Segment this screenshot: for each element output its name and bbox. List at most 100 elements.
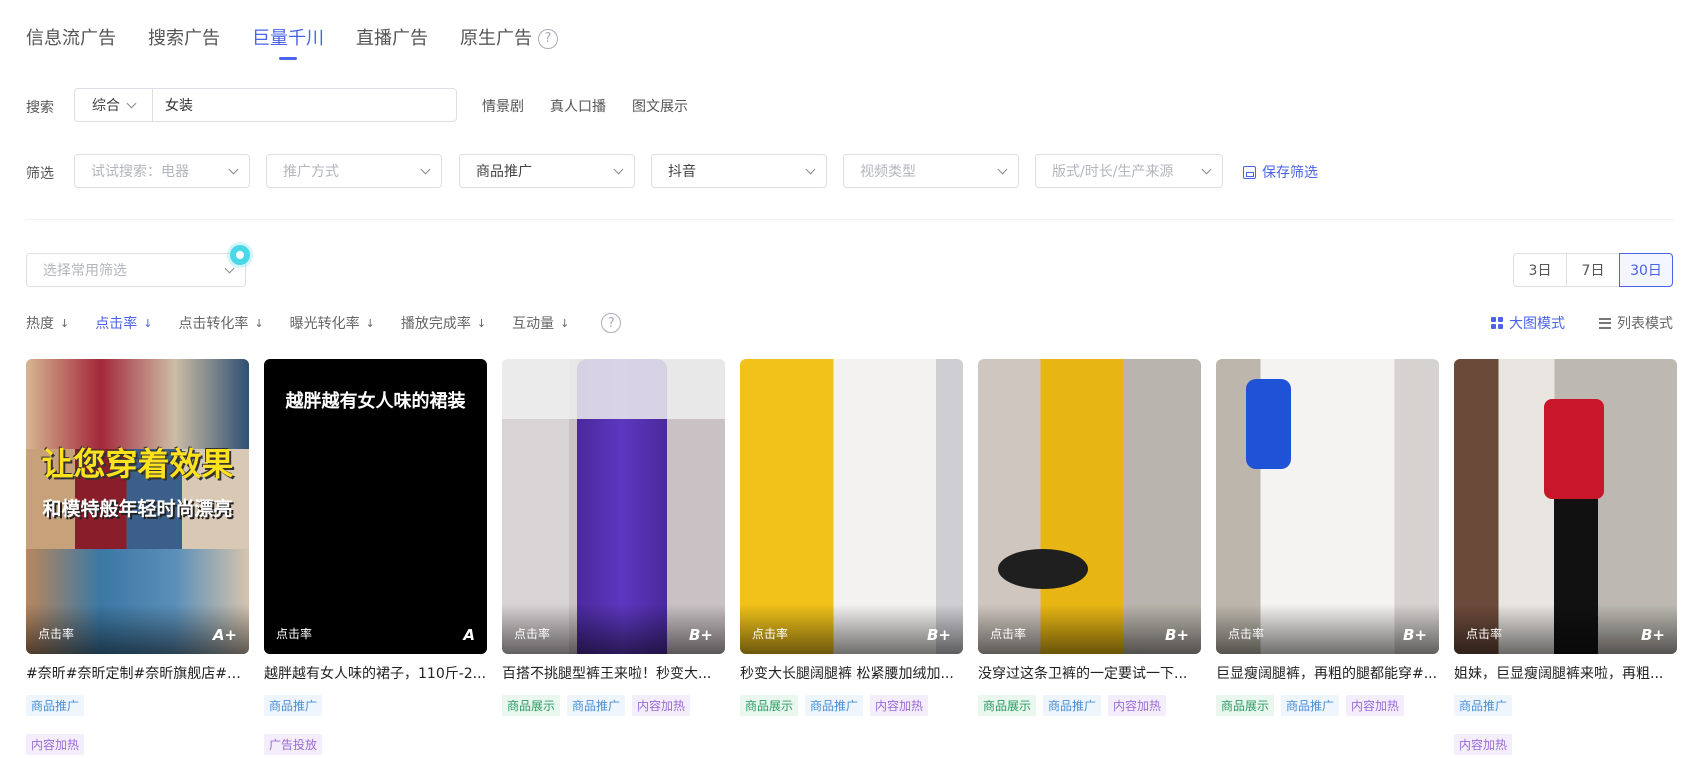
- metric-label: 点击率: [1466, 627, 1503, 641]
- video-card[interactable]: 越胖越有女人味的裙装 点击率 A 越胖越有女人味的裙子，110斤-2... 商品…: [264, 359, 487, 755]
- card-title[interactable]: #奈昕#奈昕定制#奈昕旗舰店#真...: [26, 663, 249, 683]
- promotion-target-select[interactable]: 商品推广: [459, 154, 635, 188]
- list-mode-label: 列表模式: [1617, 316, 1673, 332]
- common-filter-placeholder: 选择常用筛选: [43, 263, 127, 279]
- chevron-down-icon: [805, 164, 816, 174]
- grade-badge: B+: [926, 626, 951, 644]
- card-tags: 商品推广 广告投放: [264, 695, 487, 755]
- video-thumbnail[interactable]: 让您穿着效果 和模特般年轻时尚漂亮 点击率 A+: [26, 359, 249, 654]
- search-type-select[interactable]: 综合: [75, 89, 153, 121]
- grade-badge: B+: [688, 626, 713, 644]
- chevron-down-icon: [997, 164, 1008, 174]
- list-mode-button[interactable]: 列表模式: [1599, 313, 1673, 333]
- quick-tag-scene[interactable]: 情景剧: [482, 96, 524, 116]
- metric-label: 点击率: [752, 627, 789, 641]
- card-title[interactable]: 姐妹，巨显瘦阔腿裤来啦，再粗...: [1454, 663, 1677, 683]
- video-thumbnail[interactable]: 越胖越有女人味的裙装 点击率 A: [264, 359, 487, 654]
- sort-completion[interactable]: 播放完成率 ↓: [401, 313, 486, 333]
- grade-badge: A: [463, 626, 475, 644]
- video-card[interactable]: 点击率 B+ 巨显瘦阔腿裤，再粗的腿都能穿#... 商品展示 商品推广 内容加热: [1216, 359, 1439, 755]
- question-circle-icon[interactable]: ?: [538, 28, 558, 49]
- metric-label: 点击率: [38, 627, 75, 641]
- sort-click-cvr-label: 点击转化率: [178, 316, 249, 332]
- chevron-down-icon: [1201, 164, 1212, 174]
- filter-label: 筛选: [26, 166, 54, 182]
- range-3d-button[interactable]: 3日: [1513, 253, 1567, 287]
- range-7d-button[interactable]: 7日: [1566, 253, 1620, 287]
- search-box: 综合: [74, 88, 457, 122]
- quick-tag-image-text[interactable]: 图文展示: [632, 96, 688, 116]
- video-thumbnail[interactable]: 点击率 B+: [1454, 359, 1677, 654]
- arrow-down-icon: ↓: [254, 316, 264, 330]
- question-circle-icon[interactable]: ?: [601, 313, 622, 333]
- video-card[interactable]: 点击率 B+ 没穿过这条卫裤的一定要试一下... 商品展示 商品推广 内容加热: [978, 359, 1201, 755]
- tag: 内容加热: [1108, 695, 1167, 716]
- thumbnail-subheadline: 和模特般年轻时尚漂亮: [42, 498, 233, 520]
- tag: 商品推广: [264, 695, 323, 716]
- quick-tag-talking[interactable]: 真人口播: [550, 96, 606, 116]
- video-card[interactable]: 点击率 B+ 百搭不挑腿型裤王来啦！秒变大... 商品展示 商品推广 内容加热: [502, 359, 725, 755]
- video-card[interactable]: 点击率 B+ 姐妹，巨显瘦阔腿裤来啦，再粗... 商品推广 内容加热: [1454, 359, 1677, 755]
- tab-live-ads[interactable]: 直播广告: [356, 24, 428, 50]
- thumbnail-art: [26, 359, 249, 449]
- grid-mode-button[interactable]: 大图模式: [1491, 313, 1565, 333]
- sort-interaction[interactable]: 互动量 ↓: [512, 313, 569, 333]
- tag: 内容加热: [870, 695, 929, 716]
- sort-click-cvr[interactable]: 点击转化率 ↓: [178, 313, 263, 333]
- date-range-toggle: 3日 7日 30日: [1513, 253, 1673, 287]
- tab-qianchuan[interactable]: 巨量千川: [252, 24, 324, 60]
- save-icon: [1243, 165, 1256, 179]
- chevron-down-icon: [224, 263, 235, 273]
- sort-interaction-label: 互动量: [512, 316, 555, 332]
- view-mode-switch: 大图模式 列表模式: [1491, 313, 1673, 333]
- quick-tags: 情景剧 真人口播 图文展示: [482, 96, 688, 116]
- format-duration-placeholder: 版式/时长/生产来源: [1052, 164, 1174, 180]
- search-input[interactable]: [153, 97, 456, 113]
- arrow-down-icon: ↓: [476, 316, 487, 330]
- sort-impression-cvr[interactable]: 曝光转化率 ↓: [290, 313, 375, 333]
- card-title[interactable]: 秒变大长腿阔腿裤 松紧腰加绒加...: [740, 663, 963, 683]
- video-card[interactable]: 点击率 B+ 秒变大长腿阔腿裤 松紧腰加绒加... 商品展示 商品推广 内容加热: [740, 359, 963, 755]
- search-type-value: 综合: [92, 98, 120, 114]
- tag: 商品展示: [1216, 695, 1275, 716]
- grade-badge: B+: [1402, 626, 1427, 644]
- card-title[interactable]: 没穿过这条卫裤的一定要试一下...: [978, 663, 1201, 683]
- tab-search-ads[interactable]: 搜索广告: [148, 24, 220, 50]
- video-thumbnail[interactable]: 点击率 B+: [502, 359, 725, 654]
- chevron-down-icon: [228, 164, 239, 174]
- platform-select[interactable]: 抖音: [651, 154, 827, 188]
- video-card[interactable]: 让您穿着效果 和模特般年轻时尚漂亮 点击率 A+ #奈昕#奈昕定制#奈昕旗舰店#…: [26, 359, 249, 755]
- platform-value: 抖音: [668, 164, 696, 180]
- tag: 商品推广: [1043, 695, 1102, 716]
- common-filter-select[interactable]: 选择常用筛选: [26, 253, 246, 287]
- video-thumbnail[interactable]: 点击率 B+: [978, 359, 1201, 654]
- grid-icon: [1491, 317, 1503, 329]
- card-title[interactable]: 巨显瘦阔腿裤，再粗的腿都能穿#...: [1216, 663, 1439, 683]
- card-title[interactable]: 越胖越有女人味的裙子，110斤-2...: [264, 663, 487, 683]
- video-thumbnail[interactable]: 点击率 B+: [740, 359, 963, 654]
- tag: 商品推广: [1281, 695, 1340, 716]
- tag: 内容加热: [1454, 734, 1513, 755]
- sort-ctr[interactable]: 点击率 ↓: [95, 313, 152, 333]
- video-type-select[interactable]: 视频类型: [843, 154, 1019, 188]
- industry-search-select[interactable]: 试试搜索：电器: [74, 154, 250, 188]
- search-label: 搜索: [26, 100, 54, 116]
- tag: 商品推广: [1454, 695, 1513, 716]
- format-duration-select[interactable]: 版式/时长/生产来源: [1035, 154, 1223, 188]
- card-title[interactable]: 百搭不挑腿型裤王来啦！秒变大...: [502, 663, 725, 683]
- metric-label: 点击率: [990, 627, 1027, 641]
- metric-label: 点击率: [276, 627, 313, 641]
- tab-feed-ads[interactable]: 信息流广告: [26, 24, 116, 50]
- save-filter-button[interactable]: 保存筛选: [1243, 162, 1318, 182]
- sort-bar: 热度 ↓ 点击率 ↓ 点击转化率 ↓ 曝光转化率 ↓ 播放完成率 ↓ 互动量 ↓ ?: [26, 313, 622, 333]
- tag: 商品展示: [978, 695, 1037, 716]
- sort-completion-label: 播放完成率: [400, 316, 471, 332]
- promotion-method-select[interactable]: 推广方式: [266, 154, 442, 188]
- sort-heat[interactable]: 热度 ↓: [26, 313, 69, 333]
- tab-native-ads[interactable]: 原生广告?: [460, 24, 558, 50]
- card-tags: 商品推广 内容加热: [1454, 695, 1677, 755]
- range-30d-button[interactable]: 30日: [1619, 253, 1673, 287]
- metric-label: 点击率: [514, 627, 551, 641]
- video-thumbnail[interactable]: 点击率 B+: [1216, 359, 1439, 654]
- divider: [26, 219, 1673, 220]
